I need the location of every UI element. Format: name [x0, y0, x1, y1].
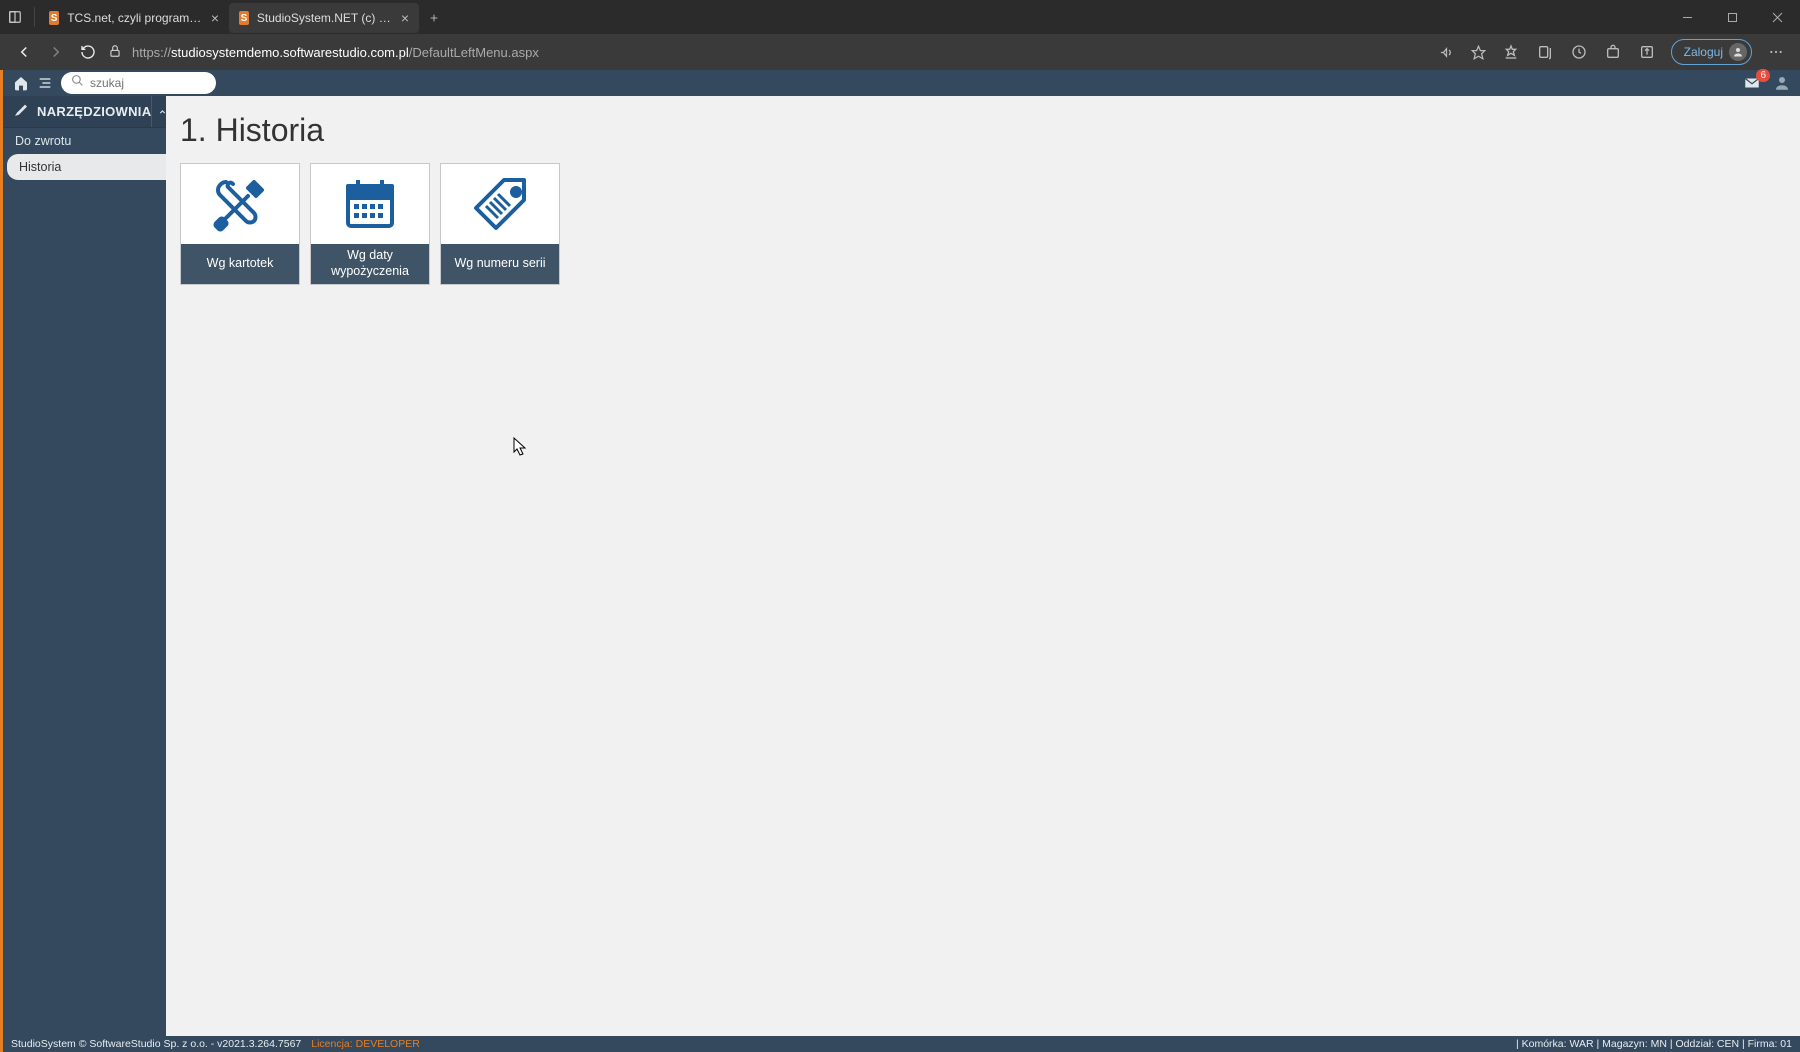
tile-wg-daty[interactable]: Wg daty wypożyczenia: [310, 163, 430, 285]
calendar-icon: [311, 164, 429, 244]
tile-label: Wg daty wypożyczenia: [311, 244, 429, 284]
window-minimize-button[interactable]: [1665, 0, 1710, 34]
tab-favicon: S: [49, 11, 59, 25]
sidebar-item-historia[interactable]: Historia: [7, 154, 166, 180]
tools-icon: [13, 102, 29, 121]
search-input[interactable]: [90, 76, 206, 90]
tab-title: TCS.net, czyli program w narzęd…: [67, 11, 203, 25]
status-bar: StudioSystem © SoftwareStudio Sp. z o.o.…: [0, 1036, 1800, 1052]
status-license: Licencja: DEVELOPER: [311, 1038, 420, 1050]
nav-back-button[interactable]: [8, 37, 40, 67]
tile-label: Wg kartotek: [181, 244, 299, 284]
browser-tab-0[interactable]: S TCS.net, czyli program w narzęd… ×: [39, 3, 229, 33]
user-icon[interactable]: [1770, 71, 1794, 95]
avatar-icon: [1729, 43, 1747, 61]
browser-login-button[interactable]: Zaloguj: [1671, 39, 1752, 65]
mail-icon[interactable]: 6: [1740, 71, 1764, 95]
price-tag-icon: [441, 164, 559, 244]
nav-forward-button[interactable]: [40, 37, 72, 67]
url-text: https://studiosystemdemo.softwarestudio.…: [132, 45, 539, 60]
search-icon: [71, 74, 84, 92]
browser-address-bar: https://studiosystemdemo.softwarestudio.…: [0, 34, 1800, 70]
sidebar-title-label: NARZĘDZIOWNIA: [37, 104, 151, 119]
app-header: 6: [0, 70, 1800, 96]
tab-title: StudioSystem.NET (c) SoftwareSt…: [257, 11, 393, 25]
browser-tab-1[interactable]: S StudioSystem.NET (c) SoftwareSt… ×: [229, 3, 419, 33]
window-maximize-button[interactable]: [1710, 0, 1755, 34]
sidebar-title[interactable]: NARZĘDZIOWNIA: [3, 96, 166, 128]
cursor-icon: [513, 437, 527, 457]
browser-titlebar: S TCS.net, czyli program w narzęd… × S S…: [0, 0, 1800, 34]
lock-icon: [108, 44, 122, 61]
collections-icon[interactable]: [1529, 37, 1561, 67]
chevron-up-icon[interactable]: [151, 96, 167, 127]
nav-refresh-button[interactable]: [72, 37, 104, 67]
favorites-star-icon[interactable]: [1463, 37, 1495, 67]
mail-count-badge: 6: [1756, 69, 1770, 82]
more-menu-icon[interactable]: [1760, 37, 1792, 67]
address-url[interactable]: https://studiosystemdemo.softwarestudio.…: [104, 44, 1431, 61]
home-icon[interactable]: [9, 71, 33, 95]
search-box[interactable]: [61, 72, 216, 94]
tile-wg-kartotek[interactable]: Wg kartotek: [180, 163, 300, 285]
app-body: NARZĘDZIOWNIA Do zwrotu Historia 1. Hist…: [0, 96, 1800, 1036]
window-close-button[interactable]: [1755, 0, 1800, 34]
sidebar: NARZĘDZIOWNIA Do zwrotu Historia: [3, 96, 166, 1036]
new-tab-button[interactable]: [419, 3, 449, 33]
tile-list: Wg kartotek Wg daty wypożyczenia: [180, 163, 1784, 285]
tools-cross-icon: [181, 164, 299, 244]
tab-favicon: S: [239, 11, 249, 25]
menu-toggle-icon[interactable]: [33, 71, 57, 95]
tile-label: Wg numeru serii: [441, 244, 559, 284]
tab-close-icon[interactable]: ×: [401, 10, 409, 26]
status-right: | Komórka: WAR | Magazyn: MN | Oddział: …: [1516, 1038, 1792, 1050]
share-icon[interactable]: [1631, 37, 1663, 67]
tab-close-icon[interactable]: ×: [211, 10, 219, 26]
status-left: StudioSystem © SoftwareStudio Sp. z o.o.…: [11, 1038, 301, 1050]
favorites-list-icon[interactable]: [1495, 37, 1527, 67]
page-title: 1. Historia: [180, 112, 1784, 149]
extensions-icon[interactable]: [1597, 37, 1629, 67]
sidebar-item-do-zwrotu[interactable]: Do zwrotu: [3, 128, 166, 154]
history-icon[interactable]: [1563, 37, 1595, 67]
tile-wg-numeru-serii[interactable]: Wg numeru serii: [440, 163, 560, 285]
tabs-overview-icon[interactable]: [0, 10, 30, 24]
login-label: Zaloguj: [1684, 45, 1723, 59]
content-area: 1. Historia Wg kartotek: [166, 96, 1800, 1036]
read-aloud-icon[interactable]: [1431, 37, 1463, 67]
